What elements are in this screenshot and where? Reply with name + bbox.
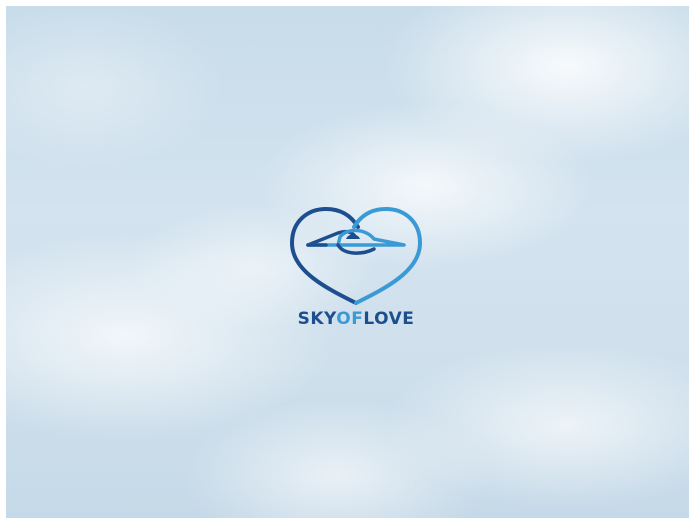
wordmark-love: LOVE [363, 309, 415, 329]
heart-with-airplane-icon [289, 206, 423, 305]
heart-left-stroke [289, 206, 360, 305]
sky-background: SKYOFLOVE [6, 6, 689, 518]
wordmark-sky: SKY [297, 309, 337, 329]
airplane-cockpit [346, 234, 360, 239]
sky-of-love-logo: SKYOFLOVE [286, 203, 426, 343]
heart-right-stroke [352, 206, 423, 305]
logo-wordmark: SKYOFLOVE [286, 309, 426, 329]
wordmark-of: OF [336, 309, 364, 329]
